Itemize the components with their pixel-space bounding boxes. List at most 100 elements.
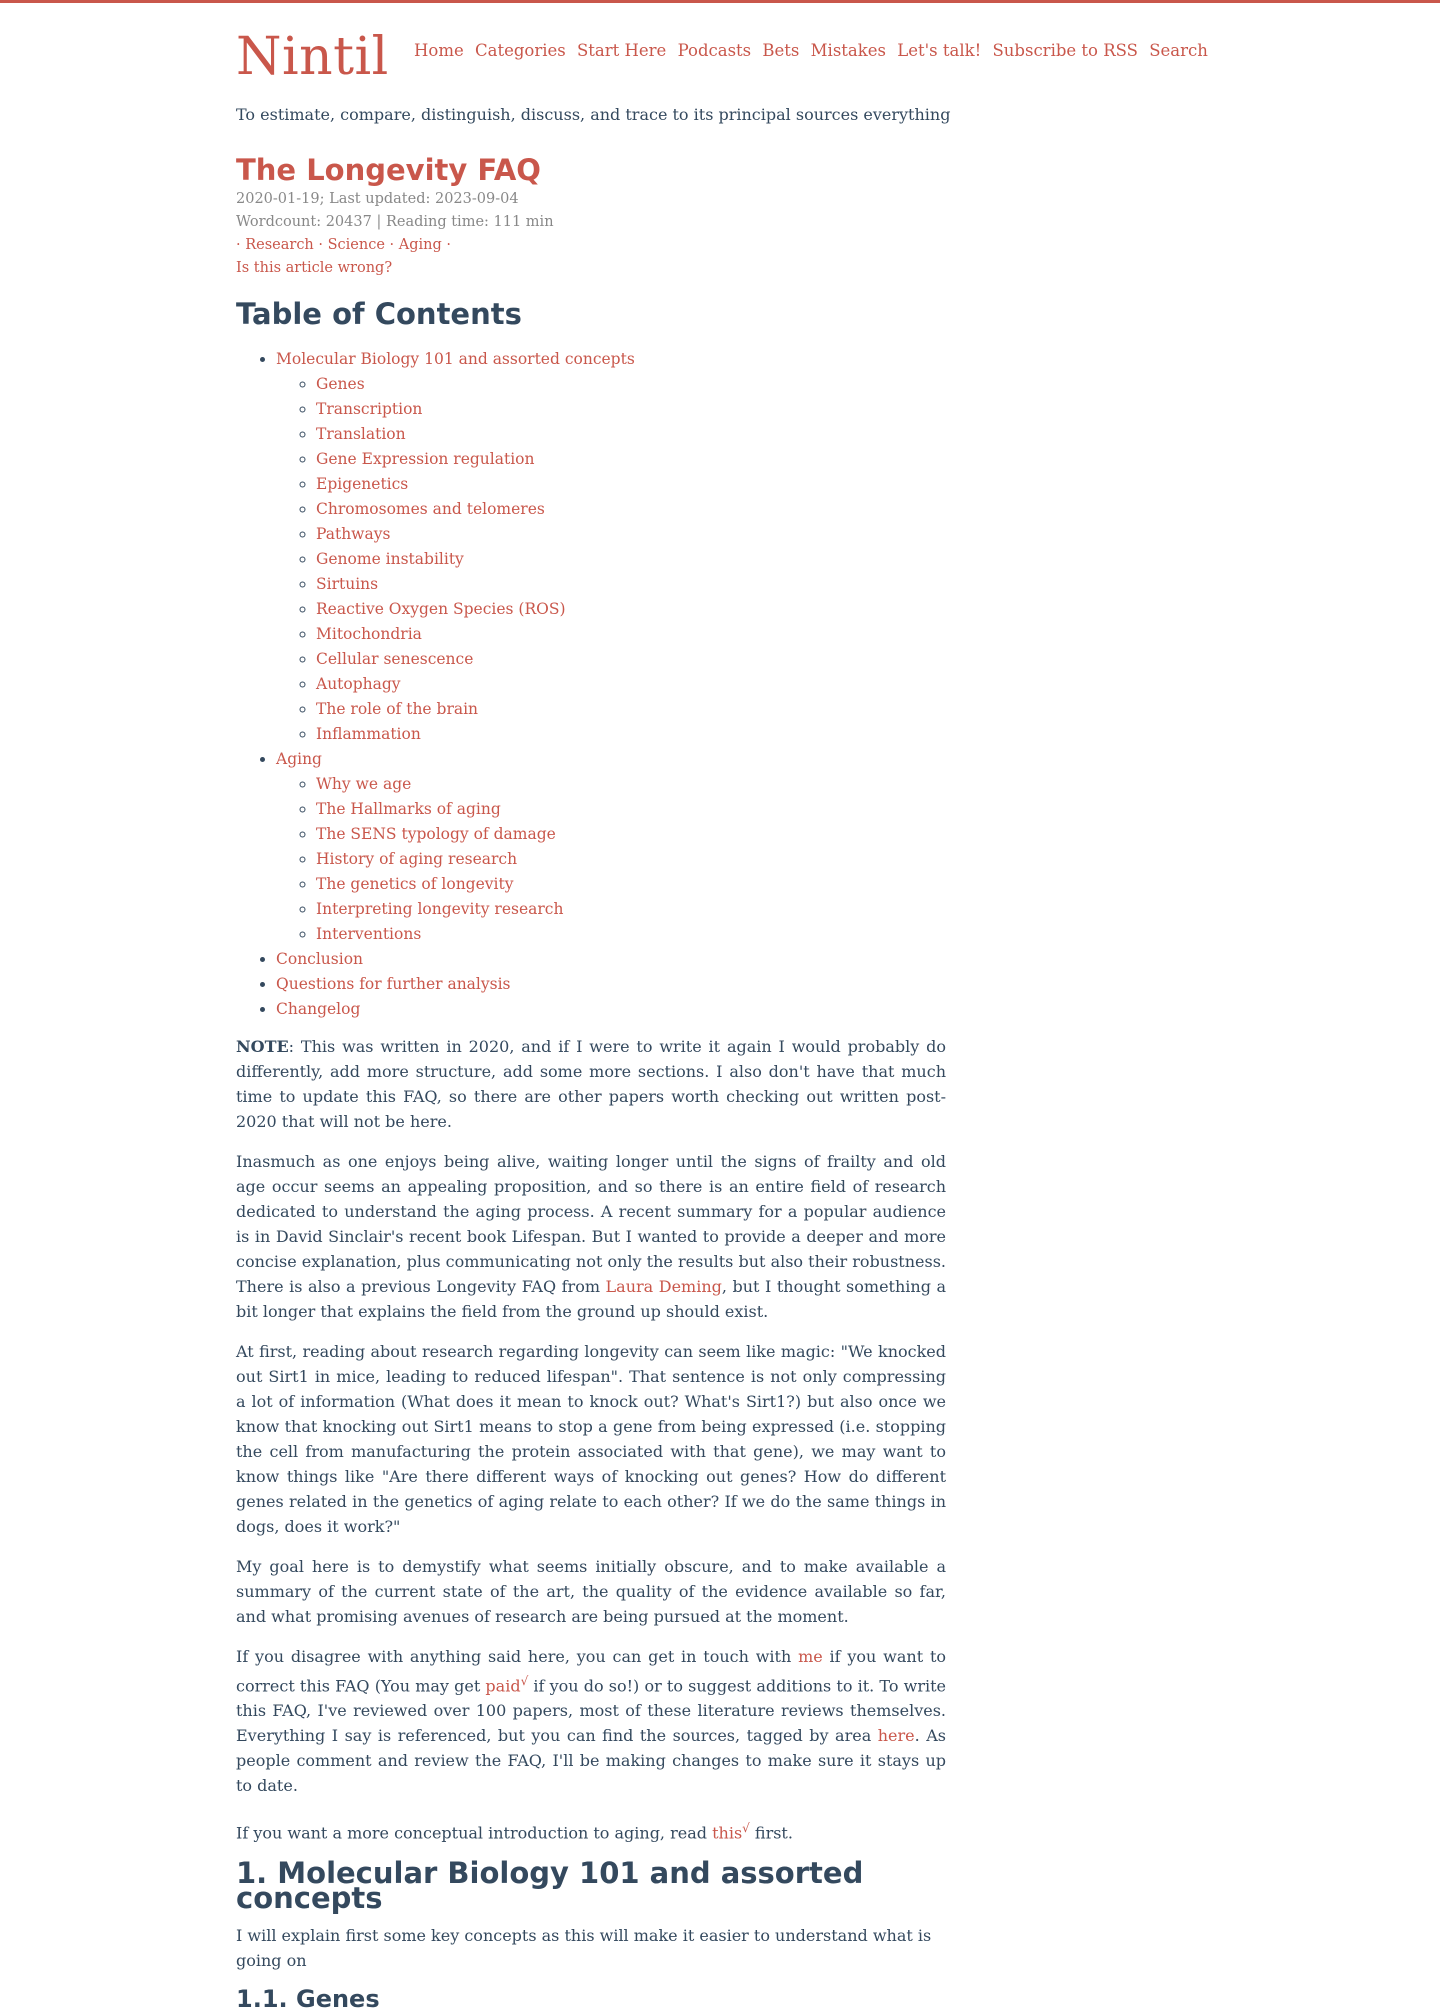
article-wrong-link[interactable]: Is this article wrong? <box>236 260 392 276</box>
toc-sublink[interactable]: Sirtuins <box>316 575 378 593</box>
toc-sublink[interactable]: Reactive Oxygen Species (ROS) <box>316 600 566 618</box>
tag-separator: · <box>389 237 395 253</box>
nav-categories[interactable]: Categories <box>475 41 566 60</box>
tag-separator: · <box>318 237 323 253</box>
nav-search[interactable]: Search <box>1149 41 1208 60</box>
toc-sublink[interactable]: Interpreting longevity research <box>316 900 563 918</box>
toc-sublink[interactable]: History of aging research <box>316 850 517 868</box>
magic-paragraph: At first, reading about research regardi… <box>236 1342 946 1536</box>
me-link[interactable]: me <box>798 1647 823 1666</box>
toc-sublink[interactable]: The SENS typology of damage <box>316 825 556 843</box>
toc-subitem: Interventions <box>316 922 936 947</box>
nav-start-here[interactable]: Start Here <box>577 41 666 60</box>
intro-paragraph: Inasmuch as one enjoys being alive, wait… <box>236 1149 946 1324</box>
toc-subitem: Epigenetics <box>316 472 936 497</box>
toc-sublink[interactable]: Chromosomes and telomeres <box>316 500 545 518</box>
article-body: NOTE: This was written in 2020, and if I… <box>236 1034 946 2012</box>
toc-subitem: Gene Expression regulation <box>316 447 936 472</box>
toc-sublink[interactable]: Genes <box>316 375 365 393</box>
toc-link[interactable]: Conclusion <box>276 950 363 968</box>
check-icon: √ <box>742 1821 750 1836</box>
paragraph-text: Inasmuch as one enjoys being alive, wait… <box>236 1152 946 1296</box>
toc-sublist: Why we age The Hallmarks of aging The SENS… <box>276 772 936 947</box>
toc-subitem: Chromosomes and telomeres <box>316 497 936 522</box>
toc-sublist: Genes Transcription Translation Gene Expres… <box>276 372 936 747</box>
toc-sublink[interactable]: Mitochondria <box>316 625 422 643</box>
section-intro: I will explain first some key concepts a… <box>236 1925 932 1970</box>
note-paragraph: NOTE: This was written in 2020, and if I… <box>236 1034 946 1134</box>
toc-link[interactable]: Changelog <box>276 1000 360 1018</box>
site-header: Nintil Home Categories Start Here Podcas… <box>236 3 1208 103</box>
tag-research[interactable]: Research <box>245 237 314 253</box>
toc-sublink[interactable]: Genome instability <box>316 550 464 568</box>
toc-subitem: The genetics of longevity <box>316 872 936 897</box>
note-text: : This was written in 2020, and if I wer… <box>236 1037 946 1131</box>
toc-sublink[interactable]: Interventions <box>316 925 421 943</box>
toc-title: Table of Contents <box>236 297 522 331</box>
toc-subitem: Mitochondria <box>316 622 936 647</box>
note-label: NOTE <box>236 1037 289 1056</box>
tag-separator: · <box>236 237 241 253</box>
paid-link[interactable]: paid <box>485 1676 520 1695</box>
toc-subitem: Why we age <box>316 772 936 797</box>
toc-sublink[interactable]: Autophagy <box>316 675 401 693</box>
toc-sublink[interactable]: The genetics of longevity <box>316 875 513 893</box>
subsection-heading: 1.1. Genes <box>236 1984 380 2013</box>
toc-subitem: Autophagy <box>316 672 936 697</box>
toc-subitem: Genes <box>316 372 936 397</box>
toc-sublink[interactable]: Transcription <box>316 400 422 418</box>
post-tags: · Research · Science · Aging · <box>236 237 451 253</box>
paragraph-text: If you disagree with anything said here,… <box>236 1647 799 1666</box>
paragraph-text: first. <box>749 1823 793 1843</box>
toc-subitem: Transcription <box>316 397 936 422</box>
toc-sublink[interactable]: Pathways <box>316 525 390 543</box>
tag-aging[interactable]: Aging <box>399 237 442 253</box>
goal-paragraph: My goal here is to demystify what seems … <box>236 1557 946 1626</box>
toc-subitem: Translation <box>316 422 936 447</box>
nav-home[interactable]: Home <box>414 41 464 60</box>
toc-item: Aging Why we age The Hallmarks of aging The… <box>276 747 936 947</box>
nav-mistakes[interactable]: Mistakes <box>811 41 886 60</box>
toc-subitem: Sirtuins <box>316 572 936 597</box>
main-nav: Home Categories Start Here Podcasts Bets… <box>414 41 1214 60</box>
post-stats: Wordcount: 20437 | Reading time: 111 min <box>236 214 554 230</box>
toc-link[interactable]: Questions for further analysis <box>276 975 511 993</box>
paragraph-text: If you want a more conceptual introducti… <box>236 1823 713 1843</box>
toc-subitem: Interpreting longevity research <box>316 897 936 922</box>
toc-item: Questions for further analysis <box>276 972 936 997</box>
toc-subitem: Pathways <box>316 522 936 547</box>
site-logo[interactable]: Nintil <box>236 31 389 83</box>
toc-subitem: Cellular senescence <box>316 647 936 672</box>
toc-sublink[interactable]: Translation <box>316 425 406 443</box>
toc-sublink[interactable]: Epigenetics <box>316 475 408 493</box>
toc-item: Conclusion <box>276 947 936 972</box>
toc-subitem: The role of the brain <box>316 697 936 722</box>
toc-link[interactable]: Molecular Biology 101 and assorted conce… <box>276 350 635 368</box>
toc-link[interactable]: Aging <box>276 750 322 768</box>
tag-separator: · <box>446 237 451 253</box>
site-tagline: To estimate, compare, distinguish, discu… <box>236 105 951 124</box>
nav-podcasts[interactable]: Podcasts <box>678 41 752 60</box>
toc-sublink[interactable]: The Hallmarks of aging <box>316 800 501 818</box>
toc-sublink[interactable]: Cellular senescence <box>316 650 473 668</box>
nav-lets-talk[interactable]: Let's talk! <box>897 41 981 60</box>
toc-sublink[interactable]: Gene Expression regulation <box>316 450 535 468</box>
toc-sublink[interactable]: The role of the brain <box>316 700 478 718</box>
sources-here-link[interactable]: here <box>878 1726 915 1745</box>
conceptual-paragraph: If you want a more conceptual introducti… <box>236 1816 946 1845</box>
table-of-contents: Molecular Biology 101 and assorted conce… <box>236 347 936 1022</box>
toc-sublink[interactable]: Why we age <box>316 775 411 793</box>
tag-science[interactable]: Science <box>328 237 385 253</box>
laura-deming-link[interactable]: Laura Deming <box>606 1277 722 1296</box>
post-dates: 2020-01-19; Last updated: 2023-09-04 <box>236 191 519 207</box>
this-link[interactable]: this <box>712 1824 742 1843</box>
nav-subscribe-rss[interactable]: Subscribe to RSS <box>992 41 1138 60</box>
post-title: The Longevity FAQ <box>236 153 541 187</box>
contact-paragraph: If you disagree with anything said here,… <box>236 1644 946 1798</box>
section-heading: 1. Molecular Biology 101 and assorted co… <box>236 1855 864 1915</box>
toc-subitem: Inflammation <box>316 722 936 747</box>
toc-subitem: History of aging research <box>316 847 936 872</box>
toc-sublink[interactable]: Inflammation <box>316 725 421 743</box>
nav-bets[interactable]: Bets <box>762 41 799 60</box>
toc-subitem: The SENS typology of damage <box>316 822 936 847</box>
